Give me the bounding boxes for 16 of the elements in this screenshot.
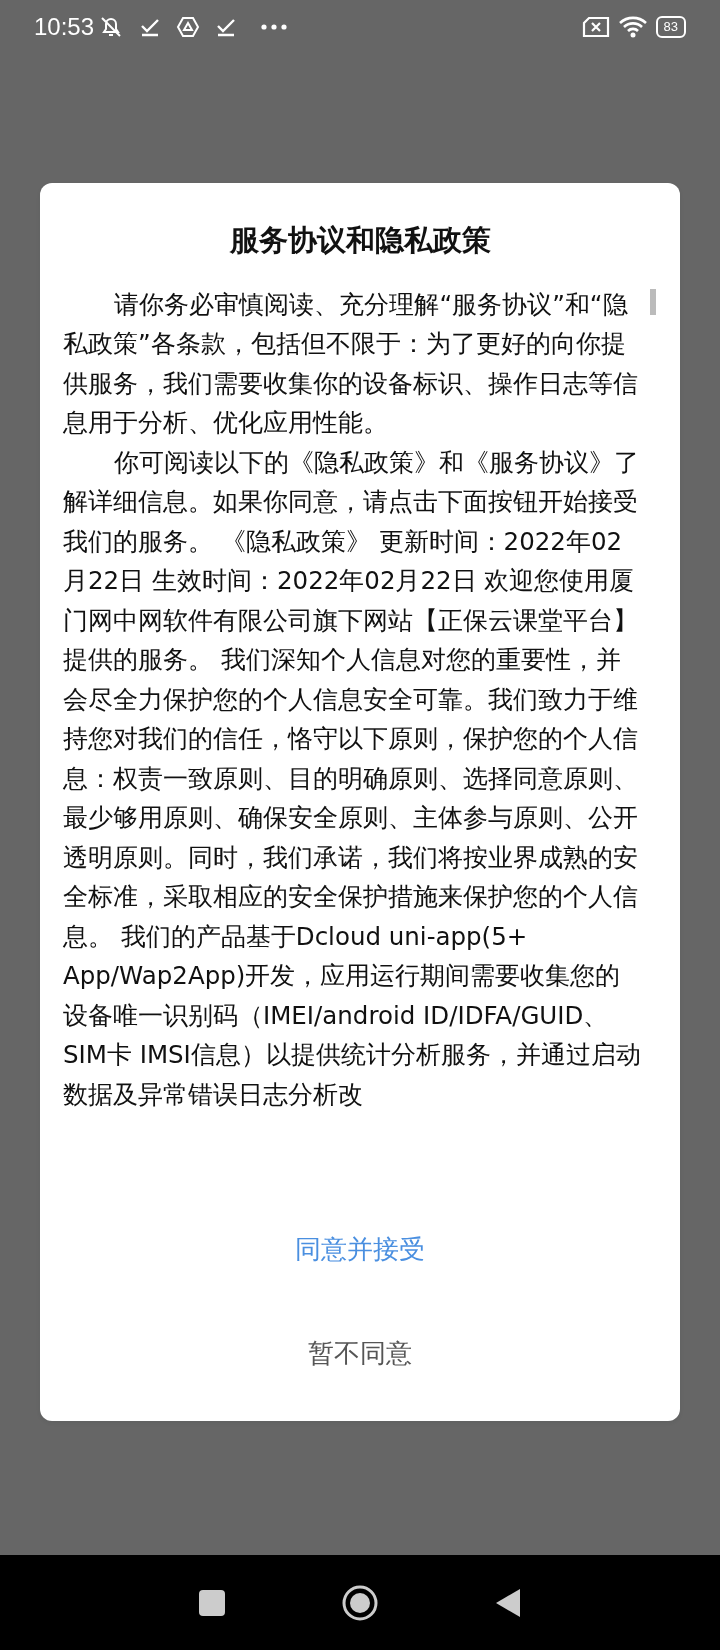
agreement-paragraph: 你可阅读以下的《隐私政策》和《服务协议》了解详细信息。如果你同意，请点击下面按钮开始接受我们的服务。 《隐私政策》 更新时间：2022年02月22日 生效时间：2022年02月22日 欢迎您使用厦门网中网软件有限公司旗下网站【正保云课堂平台】提供的服务。 我们深知个人信息对您的重要性，并会尽全力保护您的个人信息安全可靠。我们致力于维持您对我们的信任，恪守以下原则，保护您的个人信息：权责一致原则、目的明确原则、选择同意原则、最少够用原则、确保安全原则、主体参与原则、公开透明原则。同时，我们承诺，我们将按业界成熟的安全标准，采取相应的安全保护措施来保护您的个人信息。 我们的产品基于Dcloud uni-app(5+ App/Wap2App)开发，应用运行期间需要收集您的设备唯一识别码（IMEI/android ID/IDFA/GUID、SIM卡 IMSI信息）以提供统计分析服务，并通过启动数据及异常错误日志分析改 — [63, 446, 642, 1111]
home-icon[interactable] — [341, 1583, 379, 1622]
back-icon[interactable] — [494, 1587, 522, 1618]
agreement-paragraph: 请你务必审慎阅读、充分理解“服务协议”和“隐私政策”各条款，包括但不限于：为了更好的向你提供服务，我们需要收集你的设备标识、操作日志等信息用于分析、优化应用性能。 — [63, 288, 639, 439]
wifi-icon — [617, 15, 648, 39]
scrollbar — [650, 288, 656, 315]
download-done-icon — [216, 16, 237, 38]
more-icon — [260, 23, 289, 31]
square-icon[interactable] — [198, 1588, 226, 1617]
dialog-title: 服务协议和隐私政策 — [228, 222, 492, 259]
battery-icon: 83 — [655, 16, 686, 38]
triangle-icon — [176, 16, 201, 38]
download-done-icon — [140, 16, 161, 38]
status-time: 10:53 — [34, 12, 95, 42]
decline-button[interactable]: 暂不同意 — [40, 1301, 680, 1405]
no-sim-icon — [581, 16, 610, 38]
